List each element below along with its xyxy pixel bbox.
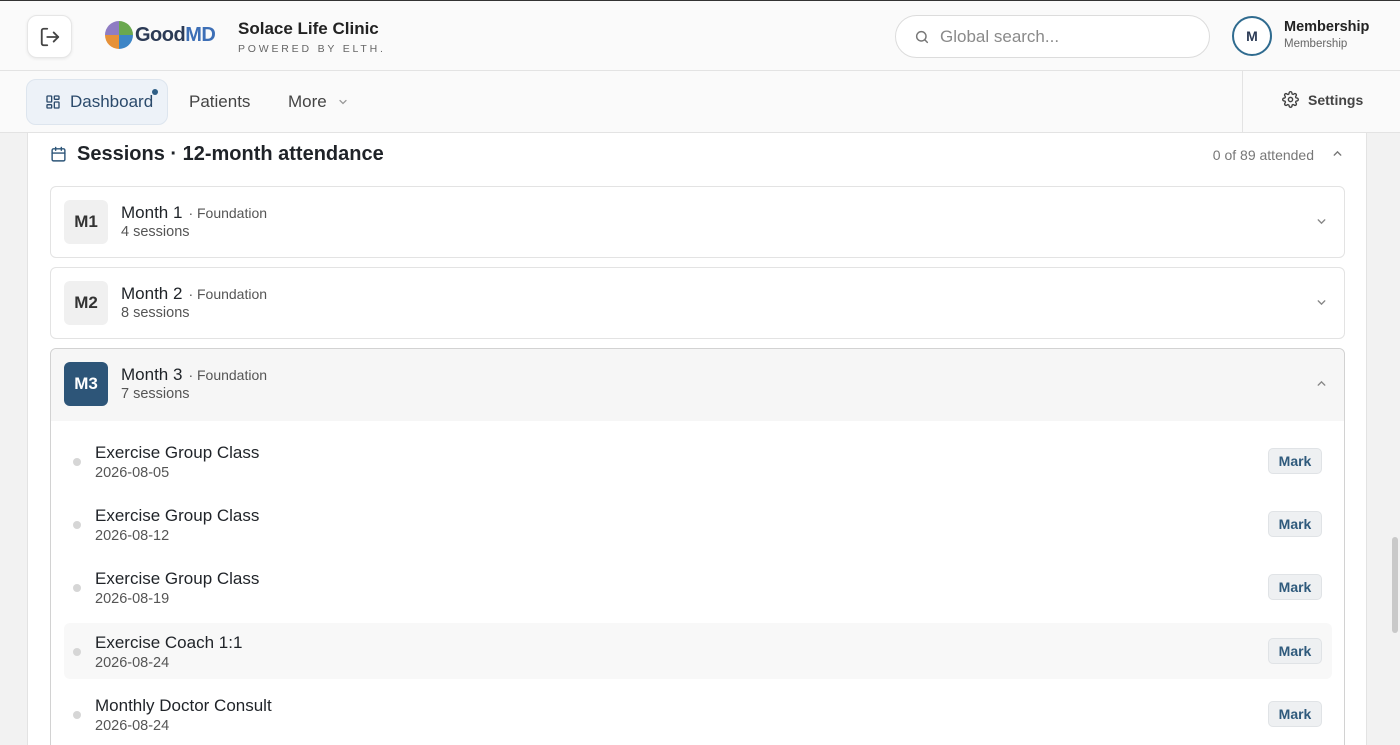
main-nav: Dashboard Patients More Settings <box>0 71 1400 133</box>
status-dot <box>73 648 81 656</box>
membership-info[interactable]: Membership Membership <box>1284 19 1369 50</box>
month-badge: M1 <box>64 200 108 244</box>
gear-icon <box>1282 91 1299 108</box>
mark-button[interactable]: Mark <box>1268 511 1322 537</box>
mark-button[interactable]: Mark <box>1268 574 1322 600</box>
session-name: Exercise Group Class <box>95 443 260 462</box>
session-row: Exercise Coach 1:1 2026-08-24 Mark <box>64 623 1332 679</box>
attended-count: 0 of 89 attended <box>1212 147 1314 163</box>
tab-dashboard-label: Dashboard <box>70 92 154 111</box>
dashboard-icon <box>46 95 60 109</box>
month-phase: · Foundation <box>188 367 268 383</box>
sessions-card: Sessions · 12-month attendance 0 of 89 a… <box>27 133 1367 745</box>
month-row-1[interactable]: M1 Month 1 · Foundation 4 sessions <box>50 186 1345 258</box>
clinic-name: Solace Life Clinic <box>238 19 379 38</box>
active-indicator-dot <box>152 89 158 95</box>
month-row-3-header[interactable]: M3 Month 3 · Foundation 7 sessions <box>51 349 1344 421</box>
session-name: Exercise Group Class <box>95 506 260 525</box>
month-phase: · Foundation <box>188 205 268 221</box>
logo-text: GoodMD <box>135 23 216 46</box>
status-dot <box>73 521 81 529</box>
logout-icon <box>40 27 59 46</box>
session-date: 2026-08-19 <box>95 591 170 607</box>
search-input[interactable] <box>940 26 1180 47</box>
page-scrollbar[interactable] <box>1392 537 1398 633</box>
app-header: GoodMD Solace Life Clinic POWERED BY ELT… <box>0 0 1400 71</box>
session-row: Exercise Group Class 2026-08-12 Mark <box>64 496 1332 552</box>
session-row: Exercise Group Class 2026-08-05 Mark <box>64 433 1332 489</box>
clinic-info: Solace Life Clinic POWERED BY ELTH. <box>238 19 386 55</box>
tab-patients[interactable]: Patients <box>189 79 250 125</box>
session-row: Exercise Group Class 2026-08-19 Mark <box>64 559 1332 615</box>
chevron-up-icon <box>1333 150 1342 156</box>
collapse-sessions-button[interactable] <box>1331 147 1344 165</box>
logo-mark-icon <box>105 21 133 49</box>
avatar[interactable]: M <box>1232 16 1272 56</box>
tab-dashboard[interactable]: Dashboard <box>26 79 168 125</box>
tab-more-label: More <box>288 92 327 111</box>
month-session-count: 4 sessions <box>121 224 190 240</box>
calendar-icon <box>51 146 66 162</box>
mark-button[interactable]: Mark <box>1268 701 1322 727</box>
session-name: Monthly Doctor Consult <box>95 696 272 715</box>
month-name: Month 3 · Foundation <box>121 365 268 384</box>
status-dot <box>73 584 81 592</box>
session-name: Exercise Group Class <box>95 569 260 588</box>
mark-button[interactable]: Mark <box>1268 448 1322 474</box>
month-session-count: 7 sessions <box>121 386 190 402</box>
membership-title: Membership <box>1284 19 1370 35</box>
mark-button[interactable]: Mark <box>1268 638 1322 664</box>
month-session-count: 8 sessions <box>121 305 190 321</box>
month-badge: M2 <box>64 281 108 325</box>
membership-subtitle: Membership <box>1284 38 1348 50</box>
session-date: 2026-08-24 <box>95 655 170 671</box>
sessions-title: Sessions · 12-month attendance <box>77 143 384 165</box>
chevron-up-icon <box>1317 380 1326 386</box>
status-dot <box>73 711 81 719</box>
settings-button[interactable]: Settings <box>1282 91 1363 108</box>
chevron-down-icon <box>339 99 347 105</box>
month-row-2[interactable]: M2 Month 2 · Foundation 8 sessions <box>50 267 1345 339</box>
settings-label: Settings <box>1308 91 1364 108</box>
nav-divider <box>1242 71 1243 133</box>
chevron-down-icon <box>1317 219 1326 225</box>
goodmd-logo: GoodMD <box>105 21 216 49</box>
global-search[interactable] <box>895 15 1210 58</box>
clinic-powered-by: POWERED BY ELTH. <box>238 43 386 55</box>
search-icon <box>915 30 929 43</box>
session-name: Exercise Coach 1:1 <box>95 633 243 652</box>
session-date: 2026-08-12 <box>95 528 170 544</box>
month-badge: M3 <box>64 362 108 406</box>
status-dot <box>73 458 81 466</box>
month-phase: · Foundation <box>188 286 268 302</box>
session-date: 2026-08-24 <box>95 718 170 734</box>
chevron-down-icon <box>1317 300 1326 306</box>
month-name: Month 1 · Foundation <box>121 203 268 222</box>
month-row-3: M3 Month 3 · Foundation 7 sessions Exerci… <box>50 348 1345 745</box>
session-date: 2026-08-05 <box>95 465 170 481</box>
session-row: Monthly Doctor Consult 2026-08-24 Mark <box>64 686 1332 742</box>
sessions-header: Sessions · 12-month attendance <box>50 143 384 166</box>
tab-more[interactable]: More <box>288 79 349 125</box>
month-name: Month 2 · Foundation <box>121 284 268 303</box>
logout-button[interactable] <box>27 15 72 58</box>
